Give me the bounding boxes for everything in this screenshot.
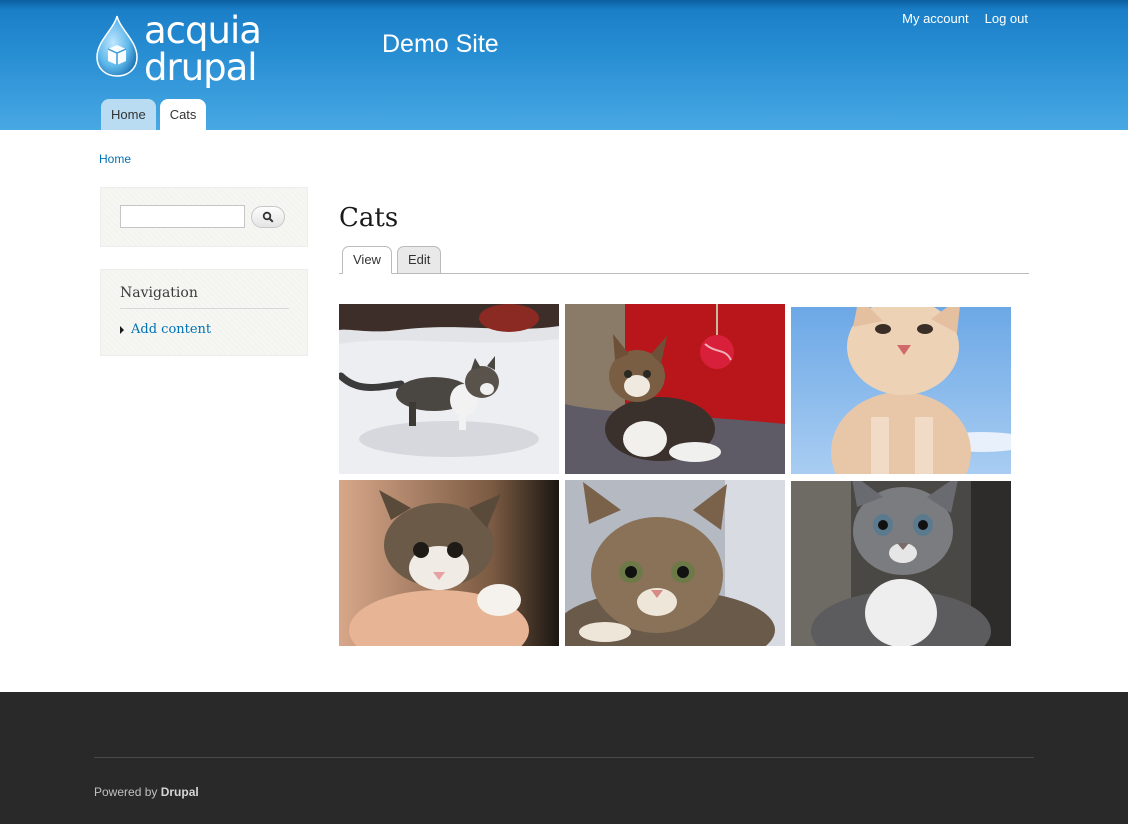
navigation-title: Navigation [120, 285, 198, 301]
drupal-drop-icon [96, 15, 138, 77]
main-menu-cats[interactable]: Cats [159, 99, 207, 130]
breadcrumb-home-link[interactable]: Home [99, 152, 131, 166]
search-input[interactable] [120, 205, 245, 228]
navigation-divider [120, 308, 289, 309]
site-logo[interactable]: acquia drupal [96, 12, 356, 86]
log-out-link[interactable]: Log out [985, 11, 1028, 26]
tabby-kitten-closeup-image[interactable] [565, 480, 785, 646]
kitten-in-snow-image[interactable] [339, 304, 559, 474]
add-content-link[interactable]: Add content [131, 322, 211, 337]
footer-divider [94, 757, 1034, 758]
tab-edit[interactable]: Edit [397, 246, 442, 274]
search-icon [262, 211, 274, 223]
powered-by-prefix: Powered by [94, 785, 158, 799]
my-account-link[interactable]: My account [902, 11, 968, 26]
secondary-menu: My account Log out [902, 11, 1028, 26]
site-header: acquia drupal Demo Site My account Log o… [0, 0, 1128, 130]
search-button[interactable] [251, 206, 285, 228]
main-menu-home[interactable]: Home [101, 99, 156, 130]
breadcrumb: Home [99, 152, 131, 166]
navigation-block: Navigation Add content [100, 269, 308, 356]
calico-kitten-with-yarn-ball-image[interactable] [565, 304, 785, 474]
site-footer: Powered by Drupal [0, 692, 1128, 824]
site-name[interactable]: Demo Site [382, 30, 499, 59]
gray-tabby-kitten-image[interactable] [791, 481, 1011, 646]
tabby-kitten-in-hand-image[interactable] [339, 480, 559, 646]
main-menu: Home Cats [101, 99, 207, 130]
powered-by: Powered by Drupal [94, 785, 199, 799]
cream-kitten-sky-image[interactable] [791, 307, 1011, 474]
nav-item-add-content: Add content [120, 322, 211, 337]
drupal-link[interactable]: Drupal [161, 785, 199, 799]
tab-view[interactable]: View [342, 246, 392, 274]
search-block [100, 187, 308, 247]
bullet-triangle-icon [120, 325, 124, 334]
logo-text: acquia drupal [144, 9, 262, 89]
page-title: Cats [339, 203, 399, 233]
tabs-divider [339, 273, 1029, 274]
